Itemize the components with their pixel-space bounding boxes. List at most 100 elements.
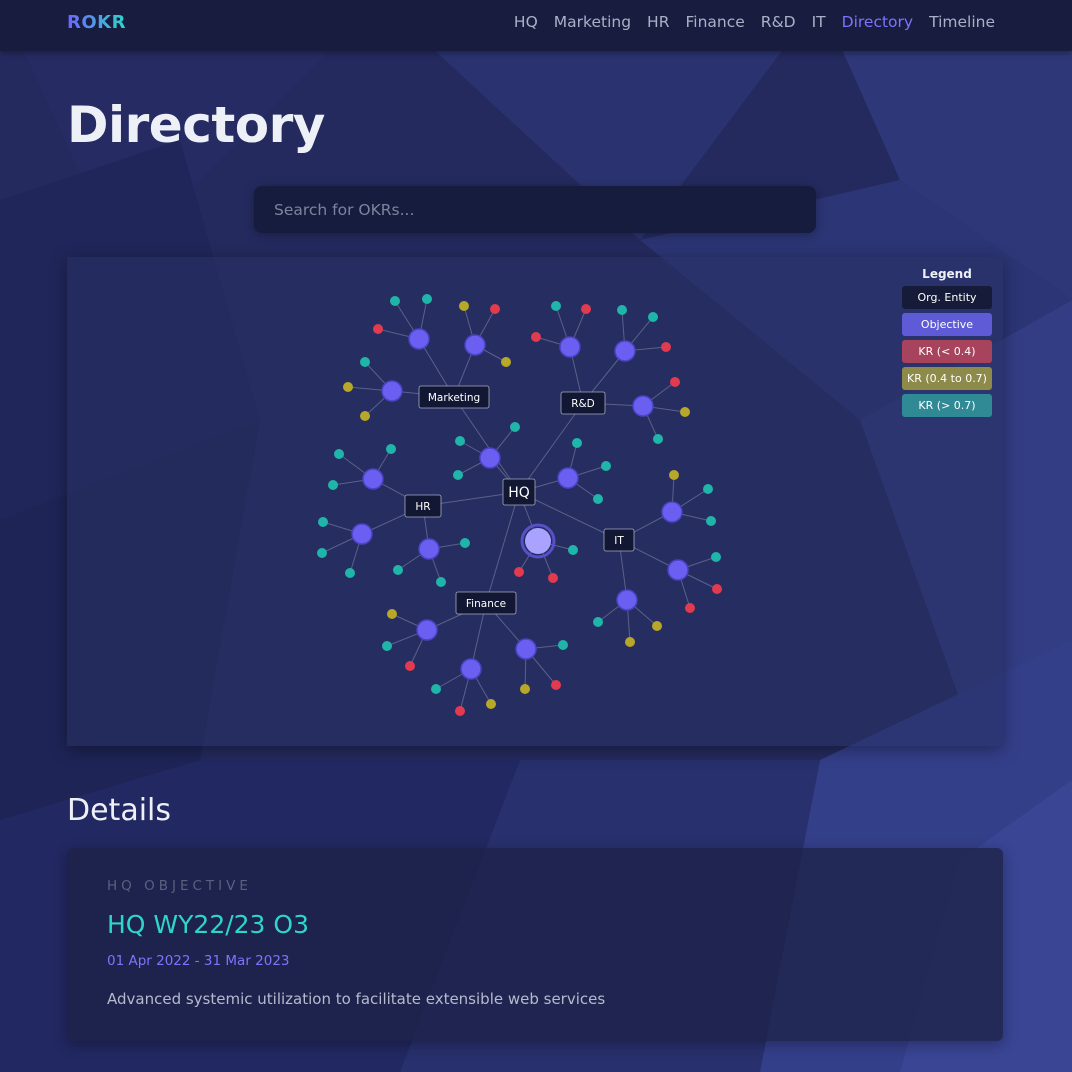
kr-node[interactable] xyxy=(490,304,500,314)
kr-node[interactable] xyxy=(625,637,635,647)
kr-node[interactable] xyxy=(455,706,465,716)
kr-node[interactable] xyxy=(601,461,611,471)
objective-node[interactable] xyxy=(667,559,689,581)
kr-node[interactable] xyxy=(360,357,370,367)
kr-node[interactable] xyxy=(514,567,524,577)
kr-node[interactable] xyxy=(328,480,338,490)
nav-links: HQ Marketing HR Finance R&D IT Directory… xyxy=(514,13,995,31)
kr-node[interactable] xyxy=(455,436,465,446)
kr-node[interactable] xyxy=(593,617,603,627)
kr-node[interactable] xyxy=(393,565,403,575)
kr-node[interactable] xyxy=(345,568,355,578)
kr-node[interactable] xyxy=(551,301,561,311)
kr-node[interactable] xyxy=(680,407,690,417)
kr-node[interactable] xyxy=(669,470,679,480)
kr-node[interactable] xyxy=(685,603,695,613)
objective-node[interactable] xyxy=(632,395,654,417)
entity-node-rd[interactable]: R&D xyxy=(560,391,606,415)
kr-node[interactable] xyxy=(459,301,469,311)
objective-node[interactable] xyxy=(515,638,537,660)
objective-node[interactable] xyxy=(464,334,486,356)
entity-node-hr[interactable]: HR xyxy=(404,494,442,518)
objective-node-selected[interactable] xyxy=(525,528,551,554)
kr-node[interactable] xyxy=(531,332,541,342)
nav-link-timeline[interactable]: Timeline xyxy=(929,13,995,31)
kr-node[interactable] xyxy=(387,609,397,619)
kr-node[interactable] xyxy=(422,294,432,304)
objective-node[interactable] xyxy=(559,336,581,358)
kr-node[interactable] xyxy=(405,661,415,671)
kr-node[interactable] xyxy=(581,304,591,314)
kr-node[interactable] xyxy=(360,411,370,421)
kr-node[interactable] xyxy=(520,684,530,694)
kr-node[interactable] xyxy=(431,684,441,694)
app-logo[interactable]: ROKR xyxy=(67,12,126,33)
objective-node[interactable] xyxy=(351,523,373,545)
kr-node[interactable] xyxy=(486,699,496,709)
nav-link-directory[interactable]: Directory xyxy=(842,13,913,31)
nav-link-it[interactable]: IT xyxy=(812,13,826,31)
objective-node[interactable] xyxy=(661,501,683,523)
objective-node[interactable] xyxy=(460,658,482,680)
kr-node[interactable] xyxy=(317,548,327,558)
objective-node[interactable] xyxy=(381,380,403,402)
kr-node[interactable] xyxy=(334,449,344,459)
kr-node[interactable] xyxy=(593,494,603,504)
kr-node[interactable] xyxy=(572,438,582,448)
nav-link-hr[interactable]: HR xyxy=(647,13,669,31)
legend-kr-low[interactable]: KR (< 0.4) xyxy=(902,340,992,363)
kr-node[interactable] xyxy=(568,545,578,555)
kr-node[interactable] xyxy=(670,377,680,387)
kr-node[interactable] xyxy=(460,538,470,548)
kr-node[interactable] xyxy=(648,312,658,322)
kr-node[interactable] xyxy=(706,516,716,526)
nav-link-marketing[interactable]: Marketing xyxy=(554,13,631,31)
legend-kr-high[interactable]: KR (> 0.7) xyxy=(902,394,992,417)
legend-org-entity[interactable]: Org. Entity xyxy=(902,286,992,309)
entity-node-finance[interactable]: Finance xyxy=(455,591,517,615)
kr-node[interactable] xyxy=(551,680,561,690)
svg-text:HR: HR xyxy=(415,501,430,513)
legend-kr-mid[interactable]: KR (0.4 to 0.7) xyxy=(902,367,992,390)
objective-node[interactable] xyxy=(362,468,384,490)
objective-title[interactable]: HQ WY22/23 O3 xyxy=(107,910,309,939)
kr-node[interactable] xyxy=(653,434,663,444)
kr-node[interactable] xyxy=(548,573,558,583)
objective-node[interactable] xyxy=(557,467,579,489)
kr-node[interactable] xyxy=(501,357,511,367)
kr-node[interactable] xyxy=(373,324,383,334)
top-navbar: ROKR HQ Marketing HR Finance R&D IT Dire… xyxy=(0,0,1072,51)
details-heading: Details xyxy=(67,793,172,828)
nav-link-hq[interactable]: HQ xyxy=(514,13,538,31)
kr-node[interactable] xyxy=(703,484,713,494)
objective-node[interactable] xyxy=(418,538,440,560)
objective-node[interactable] xyxy=(614,340,636,362)
kr-node[interactable] xyxy=(510,422,520,432)
graph-link xyxy=(485,491,520,604)
kr-node[interactable] xyxy=(711,552,721,562)
objective-node[interactable] xyxy=(416,619,438,641)
kr-node[interactable] xyxy=(558,640,568,650)
kr-node[interactable] xyxy=(436,577,446,587)
kr-node[interactable] xyxy=(318,517,328,527)
nav-link-finance[interactable]: Finance xyxy=(685,13,744,31)
nav-link-rnd[interactable]: R&D xyxy=(761,13,796,31)
kr-node[interactable] xyxy=(661,342,671,352)
objective-node[interactable] xyxy=(408,328,430,350)
entity-node-marketing[interactable]: Marketing xyxy=(418,385,490,409)
okr-network-graph[interactable]: HQ Marketing R&D HR IT Finance xyxy=(67,257,1003,746)
entity-node-hq[interactable]: HQ xyxy=(502,478,536,506)
legend-objective[interactable]: Objective xyxy=(902,313,992,336)
kr-node[interactable] xyxy=(386,444,396,454)
kr-node[interactable] xyxy=(712,584,722,594)
kr-node[interactable] xyxy=(343,382,353,392)
entity-node-it[interactable]: IT xyxy=(603,528,635,552)
kr-node[interactable] xyxy=(617,305,627,315)
kr-node[interactable] xyxy=(652,621,662,631)
kr-node[interactable] xyxy=(390,296,400,306)
objective-node[interactable] xyxy=(479,447,501,469)
kr-node[interactable] xyxy=(382,641,392,651)
objective-node[interactable] xyxy=(616,589,638,611)
search-input[interactable] xyxy=(254,186,816,233)
kr-node[interactable] xyxy=(453,470,463,480)
